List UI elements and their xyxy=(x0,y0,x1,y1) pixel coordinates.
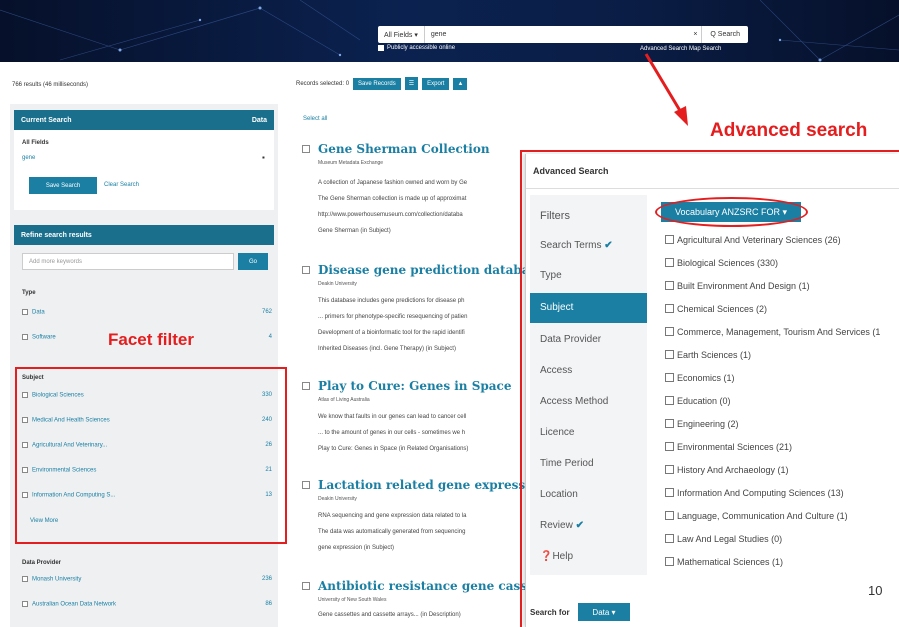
advanced-highlight-box xyxy=(520,150,899,627)
export-icon[interactable]: ▲ xyxy=(453,77,468,90)
clear-search-link[interactable]: Clear Search xyxy=(104,182,139,188)
result-line: Gene cassettes and cassette arrays... (i… xyxy=(318,612,461,618)
result-line: Play to Cure: Genes in Space (in Related… xyxy=(318,446,469,452)
facet-item[interactable]: Australian Ocean Data Network 86 xyxy=(22,601,272,608)
result-title[interactable]: Gene Sherman Collection xyxy=(318,142,490,156)
checkbox[interactable] xyxy=(22,601,28,607)
type-facet-label: Type xyxy=(22,290,36,296)
facet-count: 762 xyxy=(261,309,272,315)
result-line: The data was automatically generated fro… xyxy=(318,529,466,535)
checkbox[interactable] xyxy=(22,309,28,315)
result-title[interactable]: Play to Cure: Genes in Space xyxy=(318,379,511,393)
records-selected: Records selected: 0 xyxy=(296,80,350,87)
search-button[interactable]: Q Search xyxy=(701,26,748,43)
result-line: Gene Sherman (in Subject) xyxy=(318,228,391,234)
checkbox[interactable] xyxy=(22,576,28,582)
public-access-label: Publicly accessible online xyxy=(387,45,456,51)
results-count: 766 results (46 milliseconds) xyxy=(12,82,89,88)
all-fields-label: All Fields xyxy=(22,140,49,146)
save-records-button[interactable]: Save Records xyxy=(353,77,401,90)
result-title[interactable]: Disease gene prediction database xyxy=(318,263,544,277)
save-search-label: Save Search xyxy=(45,182,81,189)
result-line: ... primers for phenotype-specific reseq… xyxy=(318,314,468,320)
data-tag: Data xyxy=(251,116,267,124)
current-search-title: Current Search xyxy=(21,116,72,124)
result-line: ... to the amount of genes in our cells … xyxy=(318,430,466,436)
current-term: gene xyxy=(22,155,36,161)
result-line[interactable]: http://www.powerhousemuseum.com/collecti… xyxy=(318,212,463,218)
fields-select[interactable]: All Fields ▾ xyxy=(378,26,425,43)
facet-highlight-box xyxy=(15,367,287,544)
facet-label: Australian Ocean Data Network xyxy=(32,601,117,608)
public-access-toggle[interactable]: Publicly accessible online xyxy=(378,45,455,51)
refine-title: Refine search results xyxy=(21,231,92,239)
export-button[interactable]: Export xyxy=(422,77,450,90)
facet-filter-annotation: Facet filter xyxy=(108,330,194,349)
advanced-search-annotation: Advanced search xyxy=(710,120,868,141)
annotation-arrow xyxy=(644,53,688,126)
refine-header: Refine search results xyxy=(14,225,274,245)
list-view-icon[interactable]: ☰ xyxy=(404,77,419,90)
result-line: A collection of Japanese fashion owned a… xyxy=(318,180,468,186)
result-checkbox[interactable] xyxy=(302,266,310,274)
remove-term-icon[interactable]: ▪ xyxy=(262,153,265,162)
result-source: Atlas of Living Australia xyxy=(318,397,370,403)
facet-item[interactable]: Data 762 xyxy=(22,309,272,316)
facet-count: 236 xyxy=(261,576,272,582)
result-source: University of New South Wales xyxy=(318,597,387,603)
result-source: Museum Metadata Exchange xyxy=(318,160,384,166)
keywords-input[interactable]: Add more keywords xyxy=(22,253,234,270)
facet-count: 86 xyxy=(265,601,272,607)
checkbox[interactable] xyxy=(22,334,28,340)
save-search-button[interactable]: Save Search xyxy=(29,177,97,194)
result-line: Inherited Diseases (incl. Gene Therapy) … xyxy=(318,346,456,352)
select-all-link[interactable]: Select all xyxy=(303,116,327,122)
result-line: gene expression (in Subject) xyxy=(318,545,395,551)
public-access-checkbox[interactable] xyxy=(378,45,384,51)
result-line: The Gene Sherman collection is made up o… xyxy=(318,196,467,202)
result-checkbox[interactable] xyxy=(302,481,310,489)
result-line: This database includes gene predictions … xyxy=(318,298,465,304)
current-search-header: Current Search Data xyxy=(14,110,274,130)
facet-count: 4 xyxy=(268,334,272,340)
facet-label: Monash University xyxy=(32,576,82,583)
result-checkbox[interactable] xyxy=(302,582,310,590)
facet-label: Data xyxy=(32,309,45,316)
current-search-body xyxy=(14,130,274,210)
search-bar: All Fields ▾ gene × Q Search xyxy=(378,26,748,43)
result-checkbox[interactable] xyxy=(302,382,310,390)
clear-icon[interactable]: × xyxy=(689,31,701,38)
result-line: RNA sequencing and gene expression data … xyxy=(318,513,467,519)
result-checkbox[interactable] xyxy=(302,145,310,153)
facet-label: Software xyxy=(32,334,56,341)
search-input[interactable]: gene xyxy=(425,31,690,38)
go-button[interactable]: Go xyxy=(238,253,268,270)
result-source: Deakin University xyxy=(318,496,357,502)
result-line: Development of a bioinformatic tool for … xyxy=(318,330,465,336)
facet-item[interactable]: Monash University 236 xyxy=(22,576,272,583)
result-line: We know that faults in our genes can lea… xyxy=(318,414,467,420)
provider-facet-label: Data Provider xyxy=(22,560,62,566)
records-toolbar: Records selected: 0 Save Records ☰ Expor… xyxy=(296,77,468,90)
screenshot-root: All Fields ▾ gene × Q Search Publicly ac… xyxy=(0,0,899,627)
result-source: Deakin University xyxy=(318,281,357,287)
